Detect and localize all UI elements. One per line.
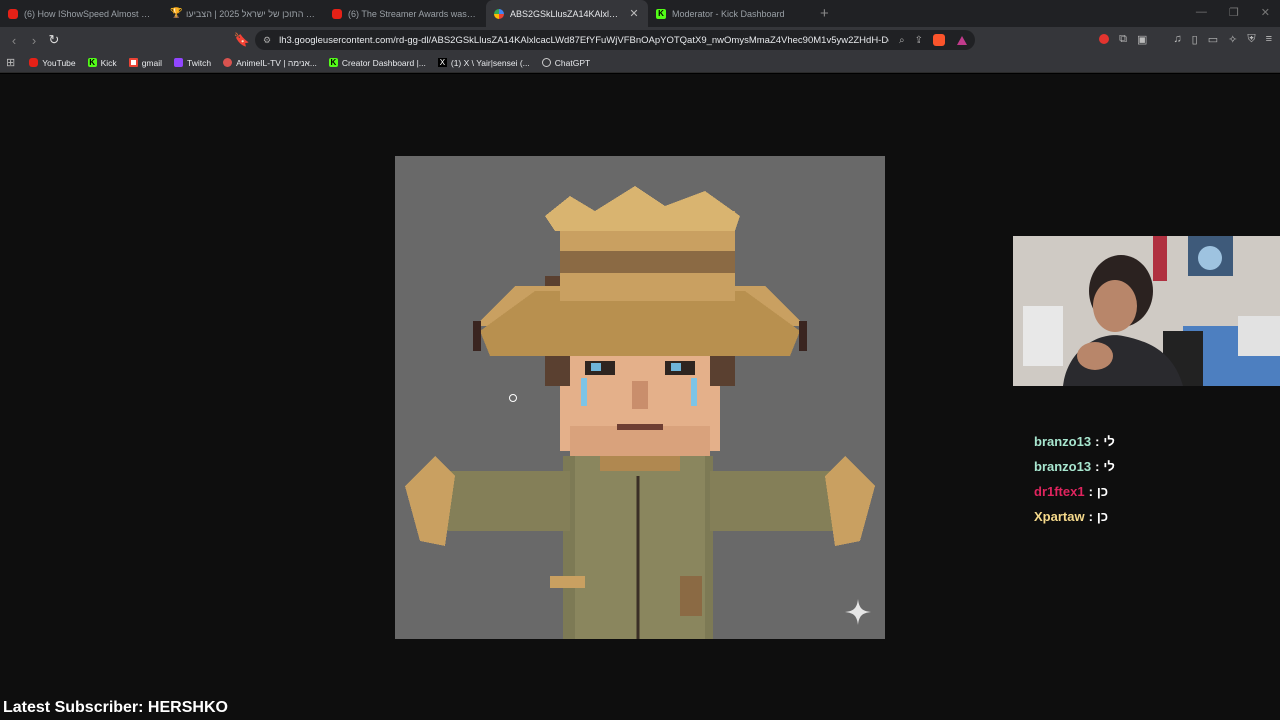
youtube-icon — [29, 58, 39, 67]
tab-image-active[interactable]: ABS2GSkLlusZA14KAlxlcacLWd8 ✕ — [486, 0, 648, 27]
window-controls: — ❐ ✕ — [1196, 6, 1270, 19]
chat-username: branzo13 — [1034, 459, 1092, 474]
bookmark-kick[interactable]: K Kick — [87, 58, 117, 68]
youtube-icon — [332, 8, 342, 19]
chat-text: כן — [1096, 484, 1109, 499]
forward-icon[interactable]: › — [24, 33, 44, 48]
bookmark-chatgpt[interactable]: ChatGPT — [541, 58, 590, 68]
chat-username: Xpartaw — [1034, 509, 1085, 524]
kick-icon: K — [328, 58, 338, 67]
bookmark-creator-dashboard[interactable]: K Creator Dashboard |... — [328, 58, 426, 68]
brave-rewards-icon[interactable] — [957, 35, 967, 45]
menu-icon[interactable]: ≡ — [1266, 33, 1272, 46]
scarecrow-illustration — [405, 186, 875, 639]
bookmark-icon[interactable]: 🔖 — [232, 32, 252, 48]
tab-awards-vote[interactable]: 🏆 פרטי התוכן של ישראל 2025 | הצביעו — [162, 0, 324, 27]
extensions-area: ⧉ ▣ ♫ ▯ ▭ ✧ ⛨ ≡ — [1099, 33, 1272, 46]
kick-icon: K — [87, 58, 97, 67]
bookmark-gmail[interactable]: gmail — [128, 58, 162, 68]
gmail-icon — [128, 58, 138, 67]
trophy-icon: 🏆 — [170, 7, 183, 19]
reload-icon[interactable]: ↻ — [44, 32, 64, 48]
webcam-feed — [1013, 236, 1280, 386]
image-icon — [494, 8, 504, 19]
sparkle-watermark-icon — [845, 599, 871, 625]
puzzle-extensions-icon[interactable]: ⧉ — [1119, 33, 1127, 46]
share-icon[interactable]: ⇪ — [915, 35, 923, 46]
browser-toolbar: ‹ › ↻ 🔖 ⚙ lh3.googleusercontent.com/rd-g… — [0, 27, 1280, 53]
bookmark-twitch[interactable]: Twitch — [174, 58, 211, 68]
site-info-icon[interactable]: ⚙ — [263, 35, 271, 46]
anime-icon — [223, 58, 233, 67]
x-icon: X — [437, 58, 447, 67]
wallet-icon[interactable]: ▭ — [1208, 33, 1218, 46]
close-tab-icon[interactable]: ✕ — [628, 7, 640, 20]
kick-icon: K — [656, 8, 666, 19]
chat-message: dr1ftex1 : כן — [1034, 484, 1174, 509]
chat-text: כן — [1096, 509, 1109, 524]
latest-subscriber-label: Latest Subscriber: HERSHKO — [3, 699, 228, 716]
bookmark-x[interactable]: X (1) X \ Yair|sensei (... — [437, 58, 530, 68]
chat-text: לי — [1103, 434, 1115, 449]
url-text[interactable]: lh3.googleusercontent.com/rd-gg-dl/ABS2G… — [279, 35, 889, 46]
apps-grid-icon[interactable]: ⊞ — [6, 56, 15, 69]
chat-message: branzo13 : לי — [1034, 459, 1174, 484]
chatgpt-icon — [541, 58, 551, 67]
back-icon[interactable]: ‹ — [4, 33, 24, 48]
chat-username: dr1ftex1 — [1034, 484, 1085, 499]
media-icon[interactable]: ♫ — [1173, 33, 1181, 46]
vpn-icon[interactable]: ⛨ — [1247, 33, 1255, 46]
twitch-icon — [174, 58, 183, 67]
tab-kick-dashboard[interactable]: K Moderator - Kick Dashboard — [648, 0, 810, 27]
chat-username: branzo13 — [1034, 434, 1092, 449]
sidebar-icon[interactable]: ▯ — [1192, 33, 1198, 46]
screenshot-icon[interactable]: ▣ — [1137, 33, 1147, 46]
youtube-icon — [8, 8, 18, 19]
page-viewport: branzo13 : לי branzo13 : לי dr1ftex1 : כ… — [0, 74, 1280, 720]
bookmark-youtube[interactable]: YouTube — [29, 58, 76, 68]
tab-bar: (6) How IShowSpeed Almost Ruined 🏆 פרטי … — [0, 0, 1280, 27]
maximize-icon[interactable]: ❐ — [1229, 6, 1239, 19]
chat-message: Xpartaw : כן — [1034, 509, 1174, 534]
chat-message: branzo13 : לי — [1034, 434, 1174, 459]
address-bar[interactable]: ⚙ lh3.googleusercontent.com/rd-gg-dl/ABS… — [255, 30, 975, 50]
new-tab-button[interactable]: + — [820, 5, 829, 22]
record-extension-icon[interactable] — [1099, 34, 1110, 44]
close-window-icon[interactable]: ✕ — [1261, 6, 1270, 19]
chat-text: לי — [1103, 459, 1115, 474]
webcam-person-image — [1013, 236, 1280, 386]
bookmark-animeil[interactable]: AnimeIL-TV | אנימה... — [223, 58, 317, 68]
bookmarks-bar: ⊞ YouTube K Kick gmail Twitch AnimeIL-TV… — [0, 53, 1280, 73]
zoom-cursor-icon — [509, 394, 517, 402]
leo-ai-icon[interactable]: ✧ — [1228, 33, 1237, 46]
scarecrow-pixel-art-image[interactable] — [395, 156, 885, 639]
zoom-search-icon[interactable]: ⌕ — [899, 35, 905, 46]
minimize-icon[interactable]: — — [1196, 6, 1207, 19]
tab-youtube-ishowspeed[interactable]: (6) How IShowSpeed Almost Ruined — [0, 0, 162, 27]
brave-shields-icon[interactable] — [933, 34, 945, 46]
tab-youtube-streamer-awards[interactable]: (6) The Streamer Awards was a Disas — [324, 0, 486, 27]
stream-chat-overlay: branzo13 : לי branzo13 : לי dr1ftex1 : כ… — [1034, 434, 1174, 534]
